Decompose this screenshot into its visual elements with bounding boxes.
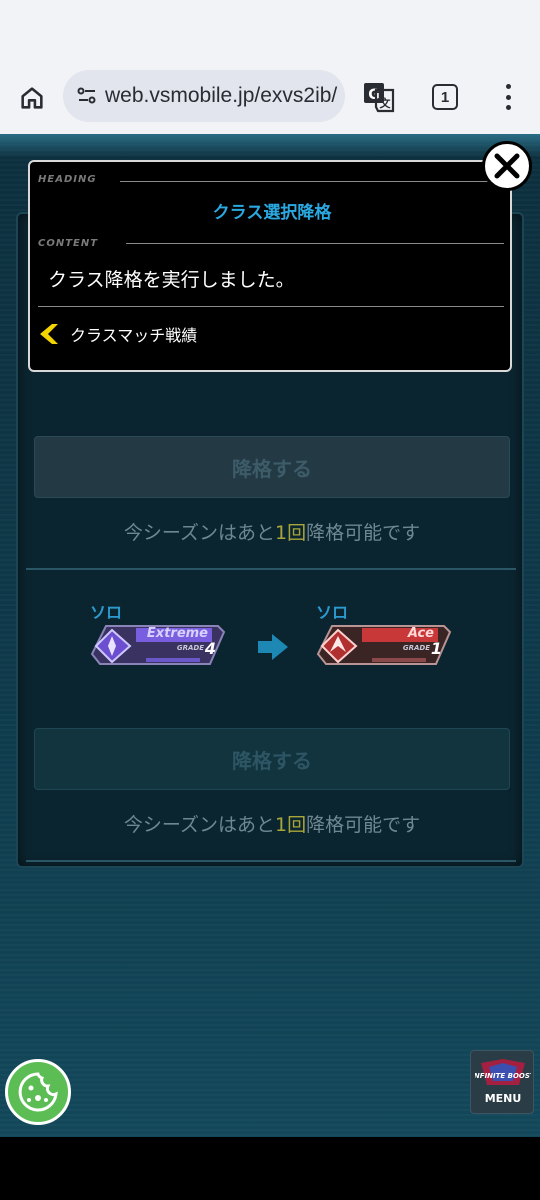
menu-label: MENU xyxy=(484,1092,522,1105)
extreme-badge-grade-label: GRADE xyxy=(176,644,204,652)
browser-toolbar: web.vsmobile.jp/exvs2ib/ G 文 1 xyxy=(0,62,540,134)
address-bar[interactable]: web.vsmobile.jp/exvs2ib/ xyxy=(63,70,345,122)
close-dialog-button[interactable] xyxy=(482,141,532,191)
ace-badge-grade: 1 xyxy=(430,639,442,658)
dialog-heading: クラス選択降格 xyxy=(212,203,332,223)
svg-text:INFINITE BOOST: INFINITE BOOST xyxy=(475,1072,531,1080)
cookie-settings-button[interactable] xyxy=(5,1059,71,1125)
cookie-icon xyxy=(18,1072,58,1112)
remain-text-solo: 今シーズンはあと1回降格可能です xyxy=(123,814,421,836)
translate-button[interactable]: G 文 xyxy=(362,80,396,114)
game-menu-button[interactable]: INFINITE BOOST MENU xyxy=(470,1050,534,1114)
home-button[interactable] xyxy=(14,80,50,116)
remain-text-team: 今シーズンはあと1回降格可能です xyxy=(123,522,421,544)
bottom-divider xyxy=(26,860,516,862)
heading-section-label: HEADING xyxy=(38,174,97,185)
home-icon xyxy=(21,87,43,109)
class-match-record-label: クラスマッチ戦績 xyxy=(70,326,198,345)
ace-grade-badge: Ace GRADE 1 xyxy=(316,624,452,670)
arrow-right-icon xyxy=(258,634,288,660)
demote-button-solo[interactable]: 降格する xyxy=(34,728,510,790)
status-bar xyxy=(0,0,540,62)
extreme-grade-badge: Extreme GRADE 4 xyxy=(90,624,226,670)
content-section-label: CONTENT xyxy=(38,238,99,249)
demote-button-team[interactable]: 降格する xyxy=(34,436,510,498)
class-match-record-link[interactable]: クラスマッチ戦績 xyxy=(38,322,197,346)
to-mode-label: ソロ xyxy=(316,603,349,622)
system-nav-bar xyxy=(0,1137,540,1200)
section-divider xyxy=(26,568,516,570)
game-logo: INFINITE BOOST xyxy=(475,1059,531,1085)
translate-icon: G 文 xyxy=(364,83,395,113)
tab-switcher-button[interactable]: 1 xyxy=(432,84,458,110)
extreme-badge-title: Extreme xyxy=(146,626,208,641)
extreme-badge-grade: 4 xyxy=(204,639,216,658)
more-vert-icon[interactable] xyxy=(498,82,518,112)
close-icon xyxy=(494,153,520,179)
dialog-message: クラス降格を実行しました。 xyxy=(48,269,295,291)
from-mode-label: ソロ xyxy=(90,603,123,622)
result-dialog: HEADING クラス選択降格 CONTENT クラス降格を実行しました。 クラ… xyxy=(28,160,512,372)
url-text: web.vsmobile.jp/exvs2ib/ xyxy=(105,84,338,107)
svg-text:文: 文 xyxy=(380,96,392,110)
chevron-left-icon xyxy=(40,324,58,344)
ace-badge-grade-label: GRADE xyxy=(402,644,430,652)
tune-icon[interactable] xyxy=(73,82,101,110)
